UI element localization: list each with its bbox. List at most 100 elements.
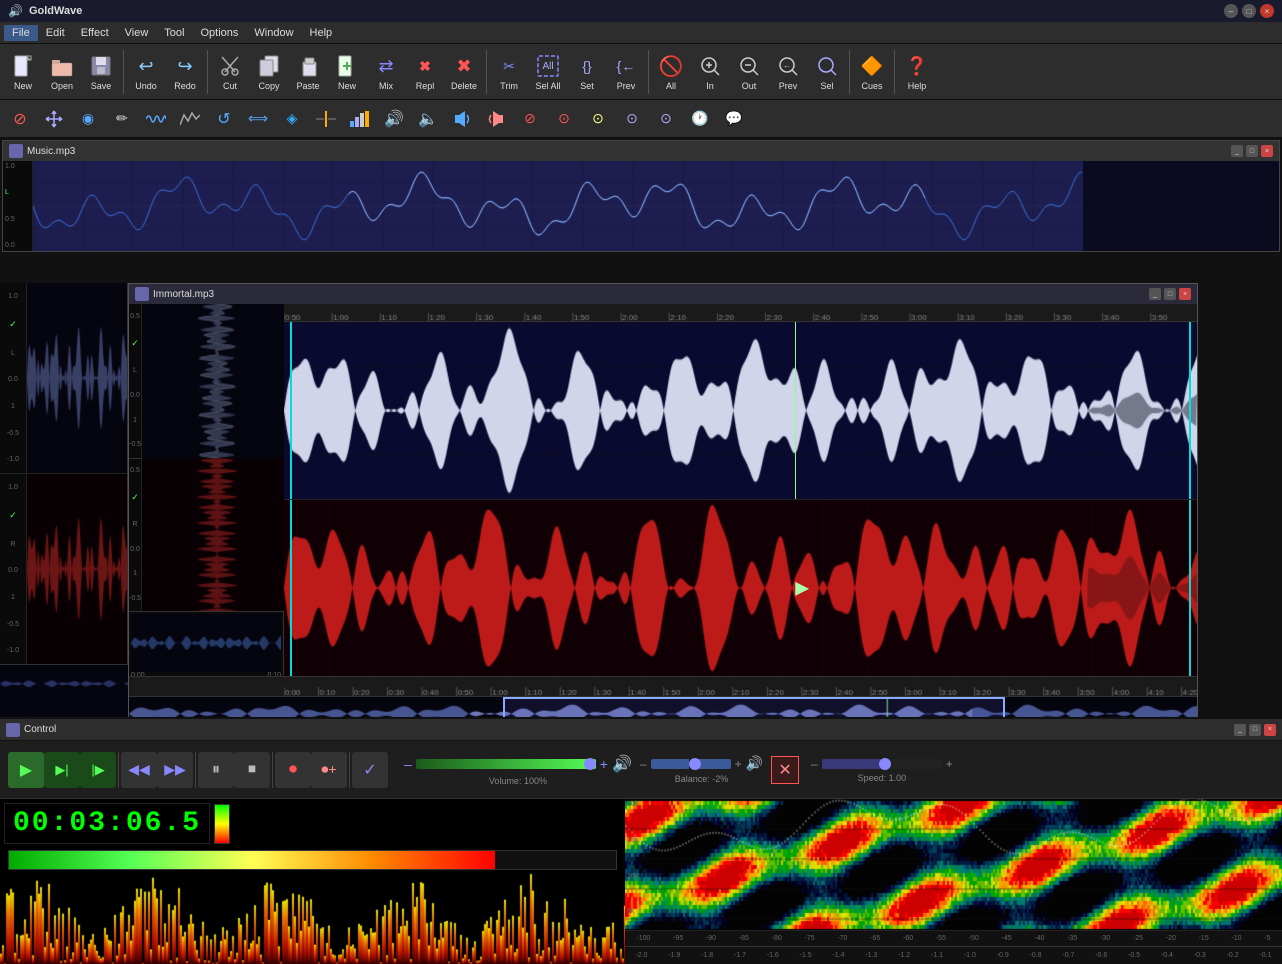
ef-time-btn[interactable]: 🕐 xyxy=(684,104,716,134)
ef-loop-btn[interactable]: ↺ xyxy=(208,104,240,134)
ef-move-btn[interactable] xyxy=(38,104,70,134)
immortal-main-waveform[interactable]: ▶ xyxy=(284,304,1197,676)
bal-minus-btn[interactable]: – xyxy=(640,757,647,771)
paste-button[interactable]: Paste xyxy=(289,47,327,97)
cues-button[interactable]: 🔶 Cues xyxy=(853,47,891,97)
speed-slider[interactable] xyxy=(822,759,942,769)
speed-minus-btn[interactable]: – xyxy=(811,757,818,771)
clear-button[interactable]: 🚫 All xyxy=(652,47,690,97)
volume-thumb[interactable] xyxy=(584,758,596,770)
play-to-end-button[interactable]: |▶ xyxy=(80,752,116,788)
record2-button[interactable]: ⏺+ xyxy=(311,752,347,788)
ef-spk-l-btn[interactable] xyxy=(446,104,478,134)
redo-button[interactable]: ↪ Redo xyxy=(166,47,204,97)
vol-plus-btn[interactable]: + xyxy=(600,756,608,772)
immortal-titlebar: Immortal.mp3 _ □ × xyxy=(129,284,1197,304)
menu-effect[interactable]: Effect xyxy=(73,25,117,41)
speed-plus-btn[interactable]: + xyxy=(946,757,953,771)
play-button[interactable]: ▶ xyxy=(8,752,44,788)
menu-edit[interactable]: Edit xyxy=(38,25,73,41)
copy-button[interactable]: Copy xyxy=(250,47,288,97)
speed-thumb[interactable] xyxy=(879,758,891,770)
music-minimize-btn[interactable]: _ xyxy=(1231,145,1243,157)
delete-button[interactable]: ✖ Delete xyxy=(445,47,483,97)
stop-button[interactable]: ⏹ xyxy=(234,752,270,788)
music-maximize-btn[interactable]: □ xyxy=(1246,145,1258,157)
bal-speaker-btn[interactable]: 🔊 xyxy=(746,755,763,772)
music-waveform[interactable] xyxy=(33,161,1279,251)
ef-rev-btn[interactable]: ⊘ xyxy=(514,104,546,134)
ef-pencil-btn[interactable]: ✏ xyxy=(106,104,138,134)
undo-button[interactable]: ↩ Undo xyxy=(127,47,165,97)
left-channel-waveform[interactable] xyxy=(284,322,1197,500)
ef-vol-btn[interactable] xyxy=(344,104,376,134)
vol-minus-btn[interactable]: – xyxy=(404,756,412,772)
sf9: -60 xyxy=(903,935,913,942)
menu-file[interactable]: File xyxy=(4,25,38,41)
zoom-out-button[interactable]: Out xyxy=(730,47,768,97)
ef-fade-btn[interactable]: ⊙ xyxy=(548,104,580,134)
record-button[interactable]: ⏺ xyxy=(275,752,311,788)
fast-forward-button[interactable]: ▶▶ xyxy=(157,752,193,788)
cut-button[interactable]: Cut xyxy=(211,47,249,97)
menu-options[interactable]: Options xyxy=(192,25,246,41)
bal-plus-btn[interactable]: + xyxy=(735,757,742,771)
prev-sel-button[interactable]: {← Prev xyxy=(607,47,645,97)
open-button[interactable]: Open xyxy=(43,47,81,97)
ef-vol2-btn[interactable]: 🔈 xyxy=(412,104,444,134)
volume-slider[interactable] xyxy=(416,759,596,769)
zoom-in-button[interactable]: In xyxy=(691,47,729,97)
minimize-button[interactable]: – xyxy=(1224,4,1238,18)
trim-button[interactable]: ✂ Trim xyxy=(490,47,528,97)
ef-timestretch-btn[interactable]: ⟺ xyxy=(242,104,274,134)
menu-window[interactable]: Window xyxy=(246,25,301,41)
selall-button[interactable]: All Sel All xyxy=(529,47,567,97)
immortal-tracks: 0.5 ✓ L 0.0 1 -0.5 0 xyxy=(129,304,1197,676)
ef-wave-btn[interactable] xyxy=(140,104,172,134)
ef-stop-btn[interactable]: ⊘ xyxy=(4,104,36,134)
new-button[interactable]: New xyxy=(4,47,42,97)
menu-help[interactable]: Help xyxy=(302,25,341,41)
control-minimize-btn[interactable]: _ xyxy=(1234,724,1246,736)
paste-icon xyxy=(294,52,322,80)
ef-pitch-btn[interactable]: ⊙ xyxy=(616,104,648,134)
ef-chat-btn[interactable]: 💬 xyxy=(718,104,750,134)
save-button[interactable]: Save xyxy=(82,47,120,97)
balance-thumb[interactable] xyxy=(689,758,701,770)
play-sel-button[interactable]: ▶| xyxy=(44,752,80,788)
ef-select-btn[interactable]: ◉ xyxy=(72,104,104,134)
ef-speaker-btn[interactable]: 🔊 xyxy=(378,104,410,134)
new2-button[interactable]: New xyxy=(328,47,366,97)
help-button[interactable]: ❓ Help xyxy=(898,47,936,97)
ef-reverb-btn[interactable]: ⊙ xyxy=(650,104,682,134)
mix-button[interactable]: ⇄ Mix xyxy=(367,47,405,97)
control-close-btn[interactable]: × xyxy=(1264,724,1276,736)
x-stop-button[interactable]: ✕ xyxy=(771,756,799,784)
menu-tool[interactable]: Tool xyxy=(156,25,192,41)
music-close-btn[interactable]: × xyxy=(1261,145,1273,157)
maximize-button[interactable]: □ xyxy=(1242,4,1256,18)
ef-split-btn[interactable] xyxy=(310,104,342,134)
overview-bar[interactable] xyxy=(129,696,1197,717)
set-button[interactable]: {} Set xyxy=(568,47,606,97)
ef-envelope-btn[interactable] xyxy=(174,104,206,134)
pause-button[interactable]: ⏸ xyxy=(198,752,234,788)
level-bar-fill xyxy=(9,851,495,869)
mark-button[interactable]: ✓ xyxy=(352,752,388,788)
close-button[interactable]: × xyxy=(1260,4,1274,18)
right-channel-waveform[interactable]: ▶ xyxy=(284,500,1197,677)
immortal-maximize-btn[interactable]: □ xyxy=(1164,288,1176,300)
ef-echo-btn[interactable]: ⊙ xyxy=(582,104,614,134)
rewind-button[interactable]: ◀◀ xyxy=(121,752,157,788)
ef-spk-r-btn[interactable] xyxy=(480,104,512,134)
zoom-prev-button[interactable]: ← Prev xyxy=(769,47,807,97)
immortal-minimize-btn[interactable]: _ xyxy=(1149,288,1161,300)
zoom-sel-button[interactable]: Sel xyxy=(808,47,846,97)
vol-speaker-btn[interactable]: 🔊 xyxy=(612,754,632,774)
ef-sel-btn[interactable]: ◈ xyxy=(276,104,308,134)
menu-view[interactable]: View xyxy=(117,25,157,41)
balance-slider[interactable] xyxy=(651,759,731,769)
replace-button[interactable]: ✖ Repl xyxy=(406,47,444,97)
immortal-close-btn[interactable]: × xyxy=(1179,288,1191,300)
control-maximize-btn[interactable]: □ xyxy=(1249,724,1261,736)
